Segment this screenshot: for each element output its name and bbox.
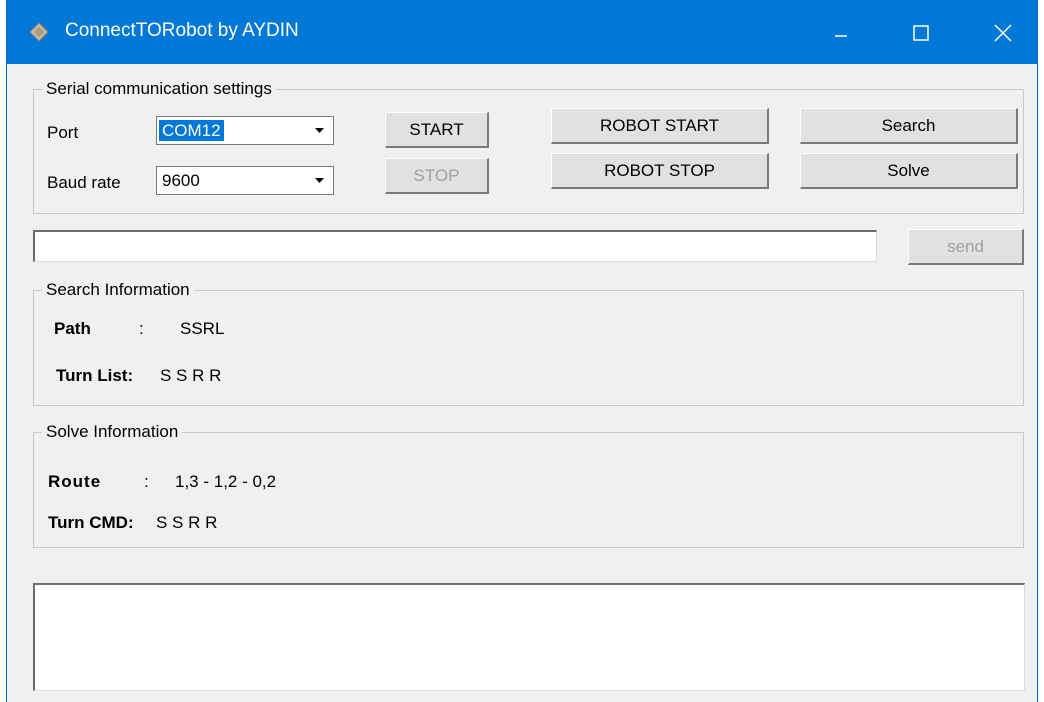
robot-stop-button[interactable]: ROBOT STOP: [551, 153, 769, 189]
path-colon: :: [139, 319, 144, 338]
port-combobox[interactable]: COM12: [156, 116, 334, 145]
log-output-textbox[interactable]: [33, 583, 1025, 691]
route-colon: :: [144, 472, 149, 491]
route-value: 1,3 - 1,2 - 0,2: [175, 472, 277, 491]
chevron-down-icon: [315, 178, 324, 183]
robot-start-button[interactable]: ROBOT START: [551, 108, 769, 144]
path-value: SSRL: [180, 319, 225, 338]
turn-list-value: S S R R: [160, 366, 222, 385]
port-value: COM12: [159, 120, 224, 141]
baud-rate-combobox[interactable]: 9600: [156, 166, 334, 195]
minimize-button[interactable]: [811, 0, 871, 64]
turn-cmd-label: Turn CMD:: [48, 513, 134, 532]
route-label: Route: [48, 472, 102, 491]
main-window: ConnectTORobot by AYDIN Serial communica…: [6, 0, 1038, 702]
port-label: Port: [47, 123, 79, 142]
path-label: Path: [54, 319, 91, 338]
stop-button[interactable]: STOP: [385, 158, 489, 194]
turn-list-label: Turn List:: [56, 366, 134, 385]
serial-settings-legend: Serial communication settings: [42, 78, 276, 100]
close-icon: [994, 24, 1012, 42]
serial-settings-group: Serial communication settings Port COM12…: [33, 78, 1024, 214]
port-dropdown-button[interactable]: [307, 118, 332, 143]
search-info-legend: Search Information: [42, 279, 194, 301]
search-button[interactable]: Search: [800, 108, 1018, 144]
baud-rate-label: Baud rate: [47, 173, 121, 192]
app-icon: [29, 22, 49, 42]
send-button[interactable]: send: [908, 229, 1024, 265]
close-button[interactable]: [973, 0, 1033, 64]
command-input[interactable]: [33, 230, 877, 262]
maximize-button[interactable]: [891, 0, 951, 64]
baud-rate-dropdown-button[interactable]: [307, 168, 332, 193]
minimize-icon: [835, 35, 847, 37]
solve-info-group: Solve Information Route : 1,3 - 1,2 - 0,…: [33, 421, 1024, 548]
solve-info-legend: Solve Information: [42, 421, 183, 443]
maximize-icon: [913, 25, 929, 41]
search-info-group: Search Information Path : SSRL Turn List…: [33, 279, 1024, 406]
chevron-down-icon: [315, 128, 324, 133]
window-title: ConnectTORobot by AYDIN: [65, 20, 299, 41]
baud-rate-value: 9600: [162, 171, 200, 190]
start-button[interactable]: START: [385, 112, 489, 148]
title-bar[interactable]: ConnectTORobot by AYDIN: [7, 0, 1037, 64]
turn-cmd-value: S S R R: [156, 513, 218, 532]
solve-button[interactable]: Solve: [800, 153, 1018, 189]
